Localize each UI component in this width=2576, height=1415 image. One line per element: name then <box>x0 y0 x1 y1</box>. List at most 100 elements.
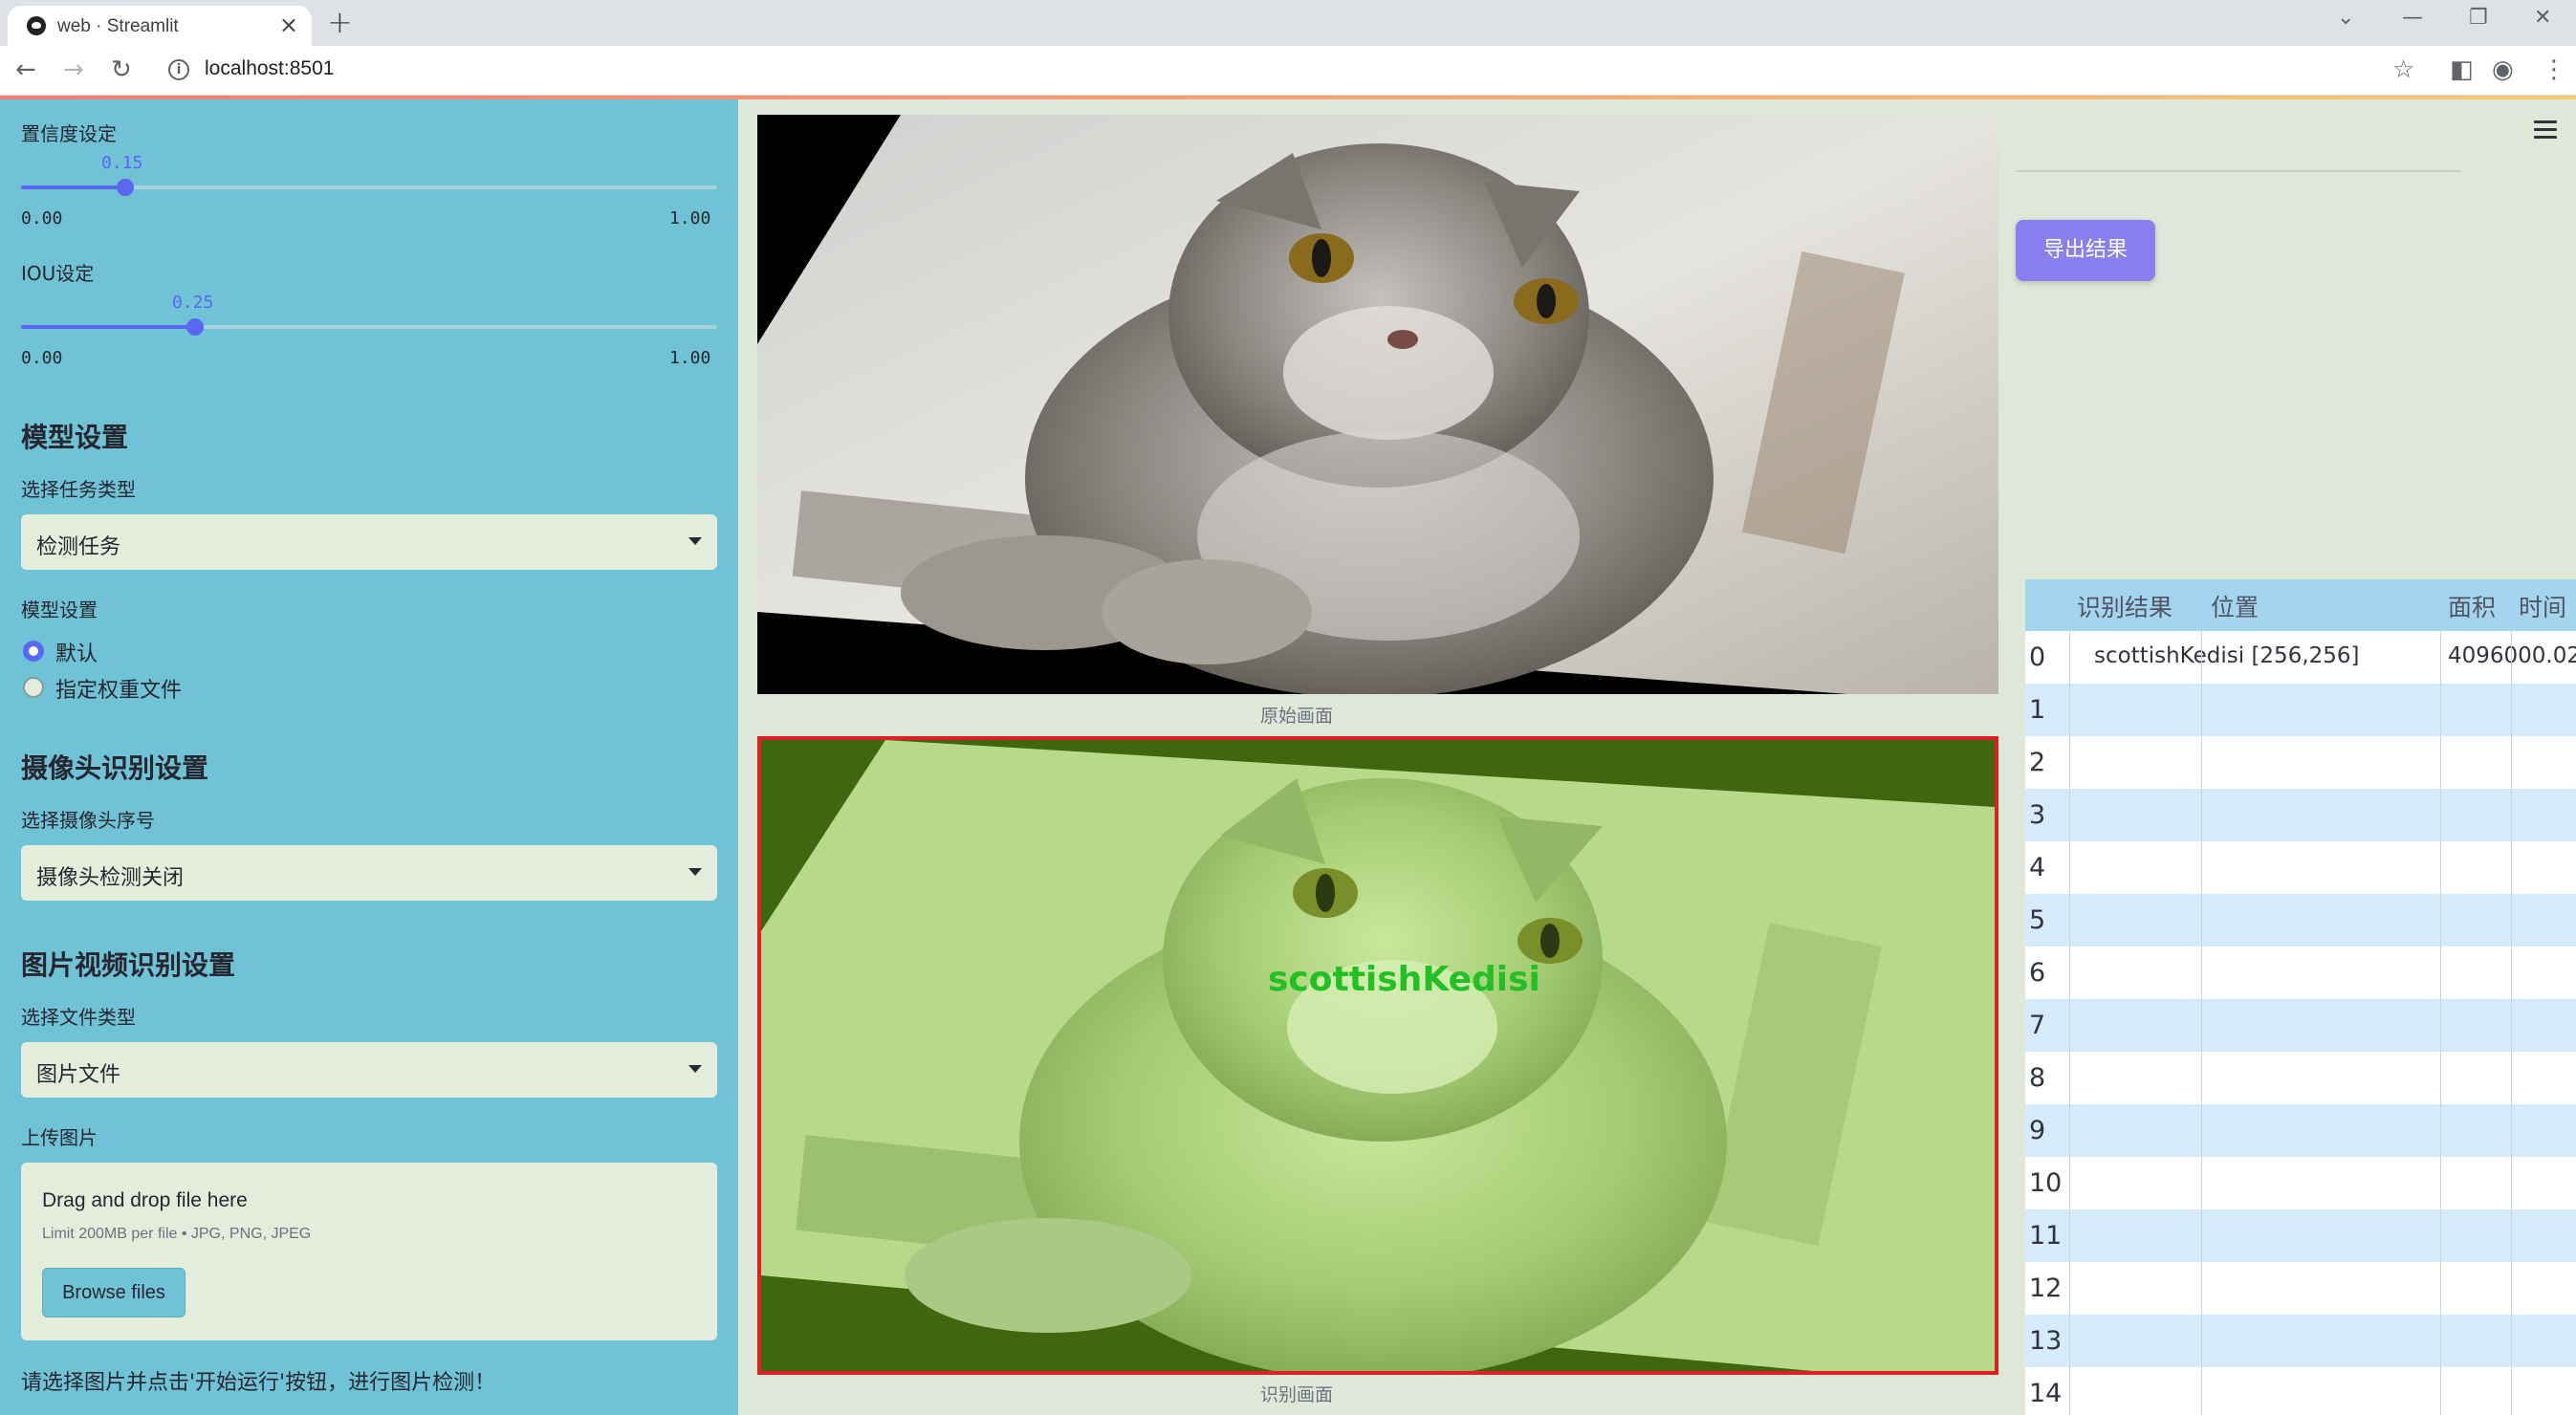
radio-default-label[interactable]: 默认 <box>55 637 98 667</box>
chevron-down-icon <box>688 537 702 545</box>
results-table: 识别结果 位置 面积 时间 0 scottishKedisi [256,256] 4… <box>2025 579 2576 1415</box>
table-row[interactable]: 11 <box>2025 1209 2576 1262</box>
col-header-result[interactable]: 识别结果 <box>2077 589 2172 623</box>
table-row[interactable]: 14 <box>2025 1367 2576 1415</box>
table-header: 识别结果 位置 面积 时间 <box>2025 579 2576 631</box>
new-tab-icon[interactable]: + <box>327 4 353 40</box>
iou-slider[interactable] <box>21 318 717 336</box>
table-row[interactable]: 2 <box>2025 736 2576 789</box>
streamlit-favicon-icon <box>27 16 46 35</box>
address-bar[interactable]: localhost:8501 <box>205 57 334 80</box>
file-uploader-dropzone[interactable]: Drag and drop file here Limit 200MB per … <box>21 1163 717 1340</box>
table-row[interactable]: 8 <box>2025 1052 2576 1104</box>
restore-icon[interactable]: ❐ <box>2469 6 2488 30</box>
original-image <box>757 115 1998 694</box>
row-index: 3 <box>2029 800 2046 830</box>
row-index: 0 <box>2029 642 2046 672</box>
table-row[interactable]: 13 <box>2025 1315 2576 1367</box>
table-row[interactable]: 4 <box>2025 841 2576 894</box>
close-tab-icon[interactable]: × <box>279 11 298 38</box>
confidence-label: 置信度设定 <box>21 122 117 145</box>
upload-title: Drag and drop file here <box>42 1189 248 1211</box>
row-index: 9 <box>2029 1116 2046 1145</box>
radio-custom-weights-label[interactable]: 指定权重文件 <box>55 673 182 704</box>
minimize-icon[interactable]: — <box>2402 6 2423 30</box>
bookmark-star-icon[interactable]: ☆ <box>2392 55 2414 84</box>
confidence-slider[interactable] <box>21 179 717 196</box>
col-header-time[interactable]: 时间 <box>2519 589 2566 623</box>
column-divider <box>2440 631 2441 1415</box>
model-section-heading: 模型设置 <box>21 422 129 453</box>
detection-result-image: scottishKedisi <box>757 736 1998 1375</box>
confidence-max: 1.00 <box>669 208 711 229</box>
iou-slider-thumb[interactable] <box>186 318 204 336</box>
browser-tab[interactable]: web · Streamlit × <box>8 6 312 46</box>
forward-icon[interactable]: → <box>63 55 84 84</box>
col-header-position[interactable]: 位置 <box>2211 589 2259 623</box>
confidence-slider-thumb[interactable] <box>117 179 134 196</box>
site-info-icon[interactable]: i <box>168 59 189 80</box>
table-row[interactable]: 9 <box>2025 1104 2576 1157</box>
row-index: 4 <box>2029 853 2046 882</box>
cell-result: scottishKedisi <box>2094 643 2245 668</box>
cell-area: 4096000.02 <box>2448 643 2576 668</box>
table-row[interactable]: 10 <box>2025 1157 2576 1209</box>
close-window-icon[interactable]: ✕ <box>2534 6 2551 30</box>
camera-index-label: 选择摄像头序号 <box>21 809 155 832</box>
iou-min: 0.00 <box>21 348 63 368</box>
row-index: 13 <box>2029 1326 2063 1356</box>
upload-label: 上传图片 <box>21 1126 98 1149</box>
main-menu-icon[interactable] <box>2534 120 2557 143</box>
confidence-min: 0.00 <box>21 208 63 229</box>
iou-max: 1.00 <box>669 348 711 368</box>
column-divider <box>2201 631 2202 1415</box>
table-row[interactable]: 7 <box>2025 999 2576 1052</box>
column-divider <box>2511 631 2512 1415</box>
confidence-value: 0.15 <box>101 153 143 173</box>
cell-position: [256,256] <box>2251 643 2360 668</box>
camera-value: 摄像头检测关闭 <box>36 866 185 890</box>
radio-custom-weights[interactable] <box>23 677 44 698</box>
row-index: 7 <box>2029 1011 2046 1040</box>
file-type-label: 选择文件类型 <box>21 1006 136 1029</box>
browser-toolbar: ← → ↻ i localhost:8501 ☆ ◧ ◉ ⋮ <box>0 46 2576 96</box>
export-results-button[interactable]: 导出结果 <box>2016 220 2155 281</box>
row-index: 5 <box>2029 905 2046 935</box>
table-row[interactable]: 6 <box>2025 947 2576 999</box>
confidence-slider-fill <box>21 185 125 189</box>
row-index: 8 <box>2029 1063 2046 1093</box>
file-type-select[interactable]: 图片文件 <box>21 1042 717 1098</box>
task-type-label: 选择任务类型 <box>21 478 136 501</box>
tab-search-icon[interactable]: ⌄ <box>2337 6 2354 30</box>
side-panel-icon[interactable]: ◧ <box>2450 55 2474 84</box>
table-row[interactable]: 3 <box>2025 789 2576 841</box>
cat-photo-detected: scottishKedisi <box>761 740 1995 1371</box>
iou-slider-fill <box>21 325 195 329</box>
chevron-down-icon <box>688 1065 702 1073</box>
radio-default[interactable] <box>23 641 44 662</box>
row-index: 6 <box>2029 958 2046 988</box>
cat-photo-original <box>757 115 1998 694</box>
row-index: 1 <box>2029 695 2046 725</box>
chevron-down-icon <box>688 868 702 876</box>
table-row[interactable]: 12 <box>2025 1262 2576 1315</box>
task-type-value: 检测任务 <box>36 535 121 559</box>
model-weights-label: 模型设置 <box>21 599 98 621</box>
file-type-value: 图片文件 <box>36 1063 121 1087</box>
camera-select[interactable]: 摄像头检测关闭 <box>21 845 717 901</box>
col-header-area[interactable]: 面积 <box>2448 589 2496 623</box>
camera-section-heading: 摄像头识别设置 <box>21 752 209 784</box>
task-type-select[interactable]: 检测任务 <box>21 514 717 570</box>
upload-limit: Limit 200MB per file • JPG, PNG, JPEG <box>42 1226 312 1242</box>
browse-files-button[interactable]: Browse files <box>42 1268 186 1317</box>
browser-tab-bar: web · Streamlit × + ⌄ — ❐ ✕ <box>0 0 2576 46</box>
profile-avatar-icon[interactable]: ◉ <box>2492 55 2514 84</box>
browser-menu-icon[interactable]: ⋮ <box>2542 55 2566 84</box>
row-index: 12 <box>2029 1274 2063 1303</box>
detection-label-text: scottishKedisi <box>1268 960 1540 999</box>
back-icon[interactable]: ← <box>15 55 36 84</box>
table-row[interactable]: 0 scottishKedisi [256,256] 4096000.02 <box>2025 631 2576 684</box>
table-row[interactable]: 1 <box>2025 684 2576 736</box>
reload-icon[interactable]: ↻ <box>111 55 132 84</box>
table-row[interactable]: 5 <box>2025 894 2576 947</box>
